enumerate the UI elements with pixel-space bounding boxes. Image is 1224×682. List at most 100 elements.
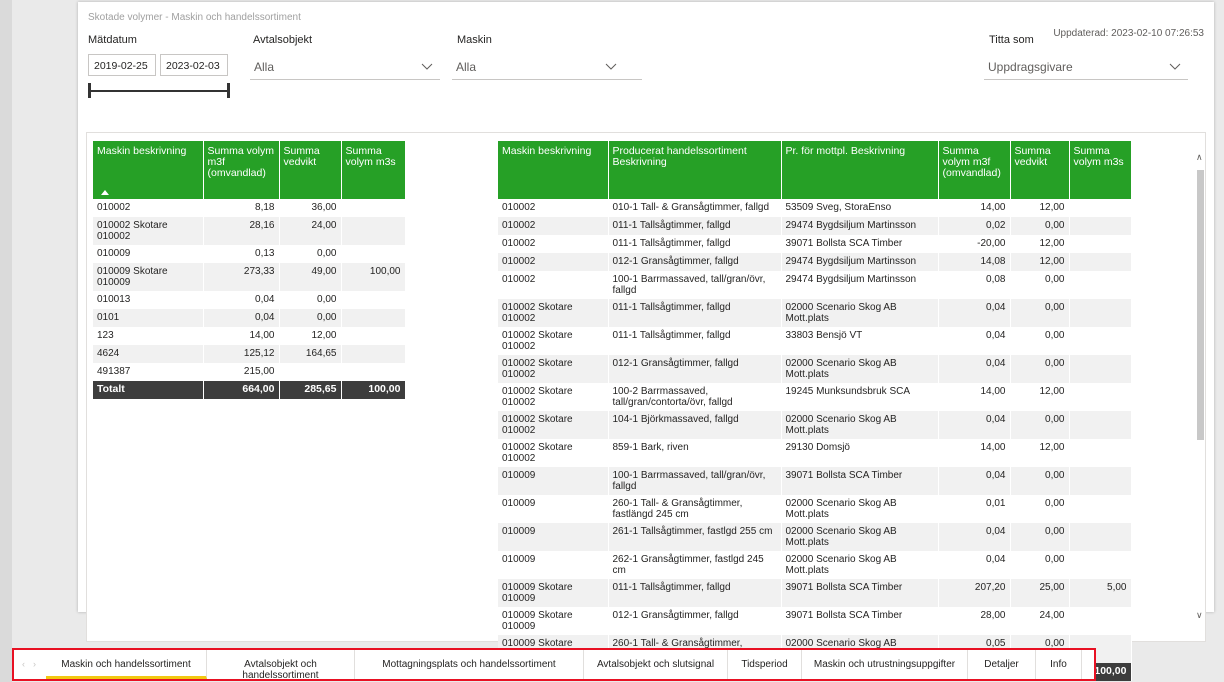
table-row[interactable]: 010002 100-1 Barrmassaved, tall/gran/övr,… <box>498 271 1132 299</box>
chevron-down-icon <box>605 63 617 70</box>
date-to-input[interactable]: 2023-02-03 <box>160 54 228 76</box>
table-row[interactable]: 010009 261-1 Tallsågtimmer, fastlgd 255 c… <box>498 523 1132 551</box>
table-cell: 011-1 Tallsågtimmer, fallgd <box>608 327 782 355</box>
slider-start-handle[interactable] <box>88 83 91 98</box>
vertical-scrollbar[interactable]: ∧ ∨ <box>1196 150 1204 630</box>
table-cell: 010002 <box>498 199 609 217</box>
table-row[interactable]: 010013 0,04 0,00 <box>93 291 406 309</box>
table-cell: 273,33 <box>203 263 280 291</box>
table-cell: 36,00 <box>279 199 342 217</box>
table-cell: 010-1 Tall- & Gransågtimmer, fallgd <box>608 199 782 217</box>
tab-scroll-arrows-icon[interactable]: ‹› <box>22 659 44 669</box>
table-cell: 0,00 <box>1010 411 1070 439</box>
table-cell: 02000 Scenario Skog AB Mott.plats <box>781 355 939 383</box>
table-cell: 0,04 <box>203 309 280 327</box>
table-cell: 010002 Skotare 010002 <box>498 299 609 327</box>
page-tab[interactable]: Tidsperiod <box>728 650 802 679</box>
table-row[interactable]: 010002 012-1 Gransågtimmer, fallgd 29474 B… <box>498 253 1132 271</box>
table-row[interactable]: 010002 Skotare 010002 100-2 Barrmassaved,… <box>498 383 1132 411</box>
table-row[interactable]: 010009 Skotare 010009 012-1 Gransågtimmer… <box>498 607 1132 635</box>
column-header[interactable]: Summa vedvikt <box>279 141 342 199</box>
table-cell: 28,16 <box>203 217 280 245</box>
column-header[interactable]: Summa volym m3s <box>1069 141 1132 199</box>
column-header[interactable]: Summa vedvikt <box>1010 141 1070 199</box>
titta-som-dropdown[interactable]: Uppdragsgivare <box>984 54 1188 80</box>
table-row[interactable]: 010009 100-1 Barrmassaved, tall/gran/övr,… <box>498 467 1132 495</box>
table-cell <box>341 217 406 245</box>
table-cell: 28,00 <box>938 607 1011 635</box>
table-cell: 12,00 <box>1010 383 1070 411</box>
table-cell <box>1069 439 1132 467</box>
scroll-down-icon[interactable]: ∨ <box>1196 610 1203 621</box>
table-cell: 262-1 Gransågtimmer, fastlgd 245 cm <box>608 551 782 579</box>
table-row[interactable]: 010009 260-1 Tall- & Gransågtimmer, fastl… <box>498 495 1132 523</box>
table-row[interactable]: 491387 215,00 <box>93 363 406 381</box>
table-cell: 14,00 <box>203 327 280 345</box>
table-cell <box>341 363 406 381</box>
column-header[interactable]: Pr. för mottpl. Beskrivning <box>781 141 939 199</box>
page-tab[interactable]: Detaljer <box>968 650 1036 679</box>
table-cell: 39071 Bollsta SCA Timber <box>781 607 939 635</box>
table-cell: 02000 Scenario Skog AB Mott.plats <box>781 299 939 327</box>
table-row[interactable]: 010002 011-1 Tallsågtimmer, fallgd 29474 B… <box>498 217 1132 235</box>
table-row[interactable]: 010009 0,13 0,00 <box>93 245 406 263</box>
table-row[interactable]: 010002 011-1 Tallsågtimmer, fallgd 39071 B… <box>498 235 1132 253</box>
table-cell: 0,04 <box>938 327 1011 355</box>
table-cell: 010009 <box>498 523 609 551</box>
table-cell <box>1069 253 1132 271</box>
date-range-slider[interactable] <box>88 90 228 92</box>
page-tab[interactable]: Avtalsobjekt och slutsignal <box>584 650 728 679</box>
avtalsobjekt-dropdown[interactable]: Alla <box>250 54 440 80</box>
table-row[interactable]: 010009 262-1 Gransågtimmer, fastlgd 245 c… <box>498 551 1132 579</box>
total-row[interactable]: Totalt664,00285,65100,00 <box>93 381 406 399</box>
column-header[interactable]: Summa volym m3f (omvandlad) <box>938 141 1011 199</box>
table-row[interactable]: 010002 Skotare 010002 011-1 Tallsågtimmer… <box>498 327 1132 355</box>
page-title: Skotade volymer - Maskin och handelssort… <box>88 12 301 23</box>
column-header[interactable]: Summa volym m3s <box>341 141 406 199</box>
table-row[interactable]: 010009 Skotare 010009 011-1 Tallsågtimmer… <box>498 579 1132 607</box>
table-cell: 24,00 <box>1010 607 1070 635</box>
table-row[interactable]: 4624 125,12 164,65 <box>93 345 406 363</box>
table-cell: 011-1 Tallsågtimmer, fallgd <box>608 579 782 607</box>
table-cell: 0,08 <box>938 271 1011 299</box>
table-row[interactable]: 010002 Skotare 010002 104-1 Björkmassaved… <box>498 411 1132 439</box>
page-tab[interactable]: Info <box>1036 650 1082 679</box>
maskin-dropdown[interactable]: Alla <box>452 54 642 80</box>
table-cell: 0,04 <box>938 551 1011 579</box>
column-header[interactable]: Producerat handelssortiment Beskrivning <box>608 141 782 199</box>
table-cell: 0,02 <box>938 217 1011 235</box>
table-cell <box>341 309 406 327</box>
table-row[interactable]: 010002 Skotare 010002 28,16 24,00 <box>93 217 406 245</box>
scroll-up-icon[interactable]: ∧ <box>1196 152 1203 163</box>
date-from-input[interactable]: 2019-02-25 <box>88 54 156 76</box>
slider-end-handle[interactable] <box>227 83 230 98</box>
table-row[interactable]: 010002 Skotare 010002 011-1 Tallsågtimmer… <box>498 299 1132 327</box>
visual-container: Maskin beskrivning Summa volym m3f (omva… <box>86 132 1206 681</box>
avtalsobjekt-label: Avtalsobjekt <box>253 34 313 46</box>
column-header[interactable]: Maskin beskrivning <box>498 141 609 199</box>
table-cell <box>1069 467 1132 495</box>
table-row[interactable]: 010009 Skotare 010009 273,33 49,00 100,00 <box>93 263 406 291</box>
table-cell: 14,00 <box>938 383 1011 411</box>
page-tab[interactable]: Maskin och handelssortiment <box>46 650 207 679</box>
table-cell: 010002 Skotare 010002 <box>498 383 609 411</box>
table-row[interactable]: 123 14,00 12,00 <box>93 327 406 345</box>
page-tab[interactable]: Mottagningsplats och handelssortiment <box>355 650 584 679</box>
table-cell: 29474 Bygdsiljum Martinsson <box>781 253 939 271</box>
table-cell <box>279 363 342 381</box>
table-row[interactable]: 010002 010-1 Tall- & Gransågtimmer, fallg… <box>498 199 1132 217</box>
page-tab[interactable]: Avtalsobjekt och handelssortiment <box>207 650 355 681</box>
table-row[interactable]: 010002 Skotare 010002 012-1 Gransågtimmer… <box>498 355 1132 383</box>
scrollbar-thumb[interactable] <box>1197 170 1204 440</box>
page-tab[interactable]: Maskin och utrustningsuppgifter <box>802 650 968 679</box>
table-cell <box>1069 199 1132 217</box>
column-header[interactable]: Summa volym m3f (omvandlad) <box>203 141 280 199</box>
column-header[interactable]: Maskin beskrivning <box>93 141 204 199</box>
table-cell: 261-1 Tallsågtimmer, fastlgd 255 cm <box>608 523 782 551</box>
table-row[interactable]: 010002 Skotare 010002 859-1 Bark, riven 29… <box>498 439 1132 467</box>
table-row[interactable]: 0101 0,04 0,00 <box>93 309 406 327</box>
table-cell: 010009 <box>498 551 609 579</box>
table-row[interactable]: 010002 8,18 36,00 <box>93 199 406 217</box>
avtalsobjekt-value: Alla <box>254 60 275 74</box>
table-cell: 39071 Bollsta SCA Timber <box>781 467 939 495</box>
